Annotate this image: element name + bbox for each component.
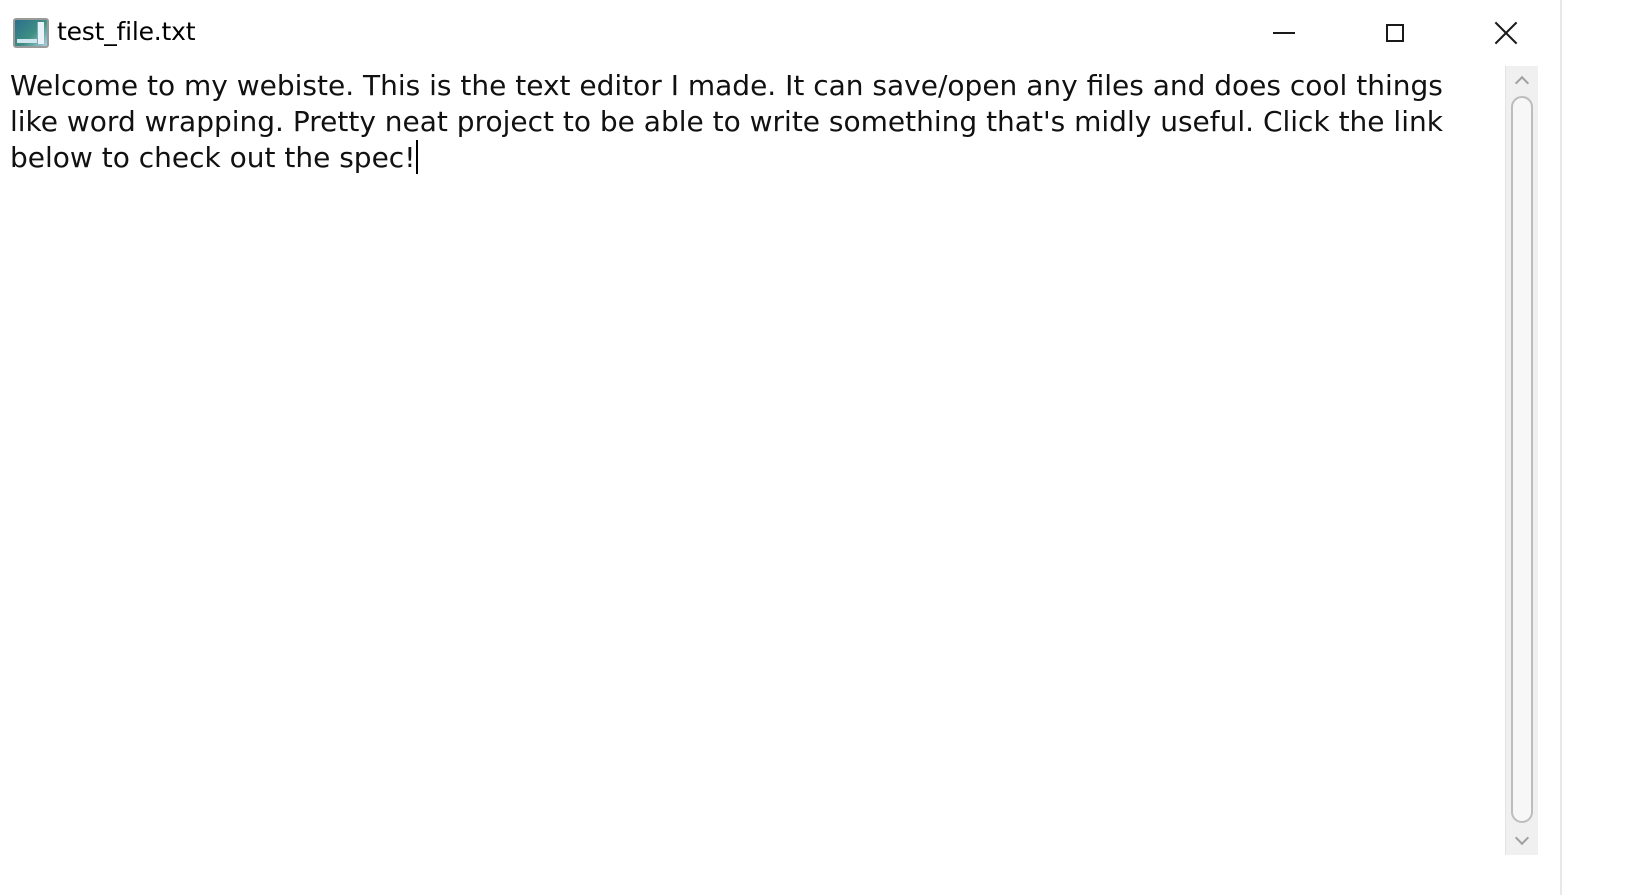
editor-text: Welcome to my webiste. This is the text …	[10, 69, 1452, 174]
scrollbar-thumb[interactable]	[1511, 96, 1533, 823]
app-icon	[13, 18, 49, 48]
minimize-button[interactable]	[1228, 0, 1339, 66]
title-bar[interactable]: test_file.txt	[0, 0, 1638, 66]
scroll-up-button[interactable]	[1506, 66, 1538, 94]
maximize-icon	[1385, 24, 1404, 42]
text-editor-window: test_file.txt Welcome to my webiste. Thi…	[0, 0, 1638, 895]
window-title: test_file.txt	[57, 17, 196, 46]
close-icon	[1494, 21, 1518, 45]
chevron-up-icon	[1514, 75, 1530, 91]
text-caret	[416, 140, 419, 174]
scroll-down-button[interactable]	[1506, 827, 1538, 855]
vertical-scrollbar[interactable]	[1505, 66, 1538, 855]
minimize-icon	[1272, 32, 1295, 34]
editor-content: Welcome to my webiste. This is the text …	[10, 68, 1498, 176]
window-border	[1560, 0, 1562, 895]
text-area[interactable]: Welcome to my webiste. This is the text …	[0, 66, 1505, 895]
close-button[interactable]	[1450, 0, 1561, 66]
chevron-down-icon	[1514, 830, 1530, 846]
maximize-button[interactable]	[1339, 0, 1450, 66]
